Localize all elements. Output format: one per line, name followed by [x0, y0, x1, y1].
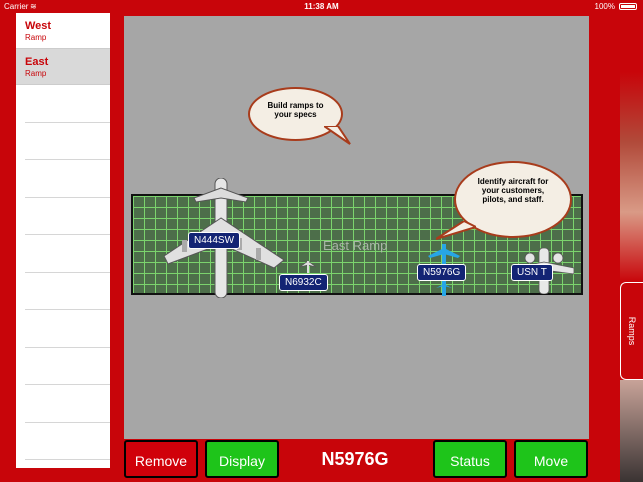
small-plane-icon[interactable]: [300, 261, 316, 273]
move-button[interactable]: Move: [514, 440, 588, 478]
list-empty-row: [25, 348, 110, 385]
aircraft-tag[interactable]: N444SW: [188, 232, 241, 249]
battery-icon: [619, 3, 637, 10]
ramp-list: West Ramp East Ramp: [16, 13, 110, 468]
aircraft-tag[interactable]: N6932C: [279, 274, 328, 291]
ramp-item-subtitle: Ramp: [25, 33, 47, 42]
callout-text: Identify aircraft for your customers, pi…: [477, 177, 549, 204]
list-empty-row: [25, 235, 110, 273]
callout-tail: [324, 126, 351, 145]
status-bar: Carrier ≋ 11:38 AM 100%: [0, 0, 643, 12]
list-empty-row: [25, 310, 110, 348]
ramp-name-label: East Ramp: [323, 238, 388, 253]
ramp-canvas[interactable]: East Ramp Build ramps to your specs Iden…: [124, 16, 589, 439]
ramp-item-title: West: [25, 20, 52, 32]
ramps-tab-label: Ramps: [627, 316, 637, 346]
selected-aircraft-label: N5976G: [321, 449, 389, 469]
ramp-list-item-west[interactable]: West Ramp: [16, 13, 110, 49]
ramps-tab[interactable]: Ramps: [620, 282, 643, 380]
list-empty-row: [25, 385, 110, 423]
callout-text: Build ramps to your specs: [267, 101, 324, 119]
list-empty-row: [25, 160, 110, 198]
list-empty-row: [25, 423, 110, 460]
status-button[interactable]: Status: [433, 440, 507, 478]
background-photo-edge-lower: [620, 380, 643, 482]
remove-button[interactable]: Remove: [124, 440, 198, 478]
list-empty-row: [25, 85, 110, 123]
clock: 11:38 AM: [304, 2, 339, 11]
ramp-item-subtitle: Ramp: [25, 69, 47, 78]
callout-tail: [436, 221, 476, 240]
ramp-list-item-east[interactable]: East Ramp: [16, 49, 110, 85]
ramp-item-title: East: [25, 56, 49, 68]
list-empty-row: [25, 123, 110, 160]
aircraft-tag[interactable]: N5976G: [417, 264, 467, 281]
battery-percent: 100%: [594, 2, 615, 11]
aircraft-tag[interactable]: USN T: [511, 264, 553, 281]
list-empty-row: [25, 273, 110, 310]
list-empty-row: [25, 198, 110, 235]
display-button[interactable]: Display: [205, 440, 279, 478]
